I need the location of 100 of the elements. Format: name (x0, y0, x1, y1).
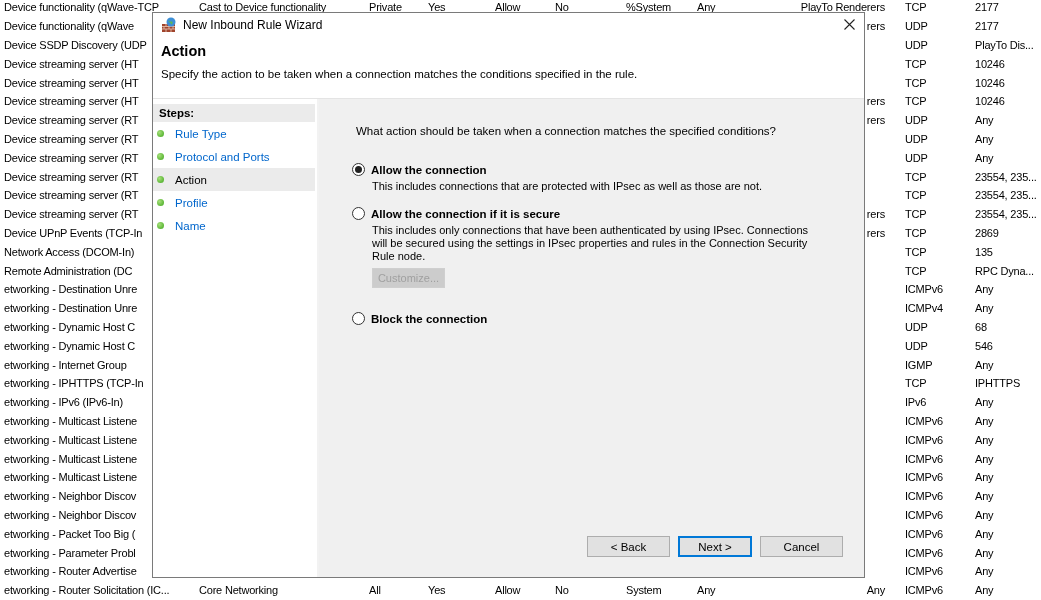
table-cell: ICMPv6 (905, 584, 943, 597)
table-cell: rers (866, 20, 885, 33)
table-cell: Device streaming server (RT (4, 170, 139, 183)
table-cell: etworking - Multicast Listene (4, 414, 137, 427)
table-cell: TCP (905, 57, 927, 70)
table-cell: Device UPnP Events (TCP-In (4, 226, 143, 239)
table-cell: 23554, 235... (975, 189, 1037, 202)
table-cell: UDP (905, 20, 928, 33)
table-cell: Any (975, 508, 994, 521)
table-cell: etworking - Router Advertise (4, 565, 137, 578)
table-cell: UDP (905, 114, 928, 127)
step-item[interactable]: Profile (153, 191, 315, 214)
table-cell: etworking - Dynamic Host C (4, 339, 136, 352)
table-cell: Device SSDP Discovery (UDP (4, 39, 147, 51)
table-cell: TCP (905, 264, 927, 277)
table-cell: etworking - Multicast Listene (4, 471, 137, 484)
option-description: This includes only connections that have been authenticated by using IPsec. Connections will be secured using the settings in IPsec properties and rules in the Connection Security Rule node. (372, 224, 809, 263)
window-title: New Inbound Rule Wizard (183, 17, 323, 32)
table-cell: TCP (905, 377, 927, 390)
table-cell: 2177 (975, 1, 999, 14)
table-cell: Device streaming server (RT (4, 151, 139, 164)
dialog-button[interactable]: < Back (587, 536, 670, 557)
status-dot-icon (157, 199, 164, 206)
step-item[interactable]: Rule Type (153, 122, 315, 145)
steps-label: Steps: (153, 104, 315, 122)
table-cell: IPHTTPS (975, 377, 1021, 390)
radio-button[interactable] (352, 207, 365, 220)
table-cell: Any (975, 396, 994, 409)
table-cell: Any (975, 546, 994, 559)
dialog-button[interactable]: Next > (678, 536, 752, 557)
table-cell: No (555, 1, 569, 14)
table-cell: Network Access (DCOM-In) (4, 245, 135, 258)
option-label[interactable]: Block the connection (371, 312, 488, 325)
table-cell: ICMPv6 (905, 452, 943, 465)
table-cell: Allow (495, 584, 521, 597)
step-item[interactable]: Protocol and Ports (153, 145, 315, 168)
table-cell: etworking - Packet Too Big ( (4, 527, 136, 540)
table-cell: 10246 (975, 76, 1005, 89)
globe-wall-icon (161, 16, 177, 33)
table-cell: 2869 (975, 226, 999, 239)
table-cell: TCP (905, 170, 927, 183)
table-cell: Any (975, 283, 994, 296)
table-cell: Any (697, 1, 716, 14)
table-cell: ICMPv6 (905, 527, 943, 540)
table-cell: rers (866, 226, 885, 239)
table-cell: Any (975, 490, 994, 503)
radio-button[interactable] (352, 163, 365, 176)
status-dot-icon (157, 176, 164, 183)
table-cell: UDP (905, 39, 928, 51)
table-cell: PlayTo Dis... (975, 39, 1034, 51)
table-cell: etworking - IPHTTPS (TCP-In (4, 377, 144, 390)
table-cell: 2177 (975, 20, 999, 33)
table-cell: Cast to Device functionality (199, 1, 327, 14)
table-cell: Any (975, 433, 994, 446)
table-cell: IGMP (905, 358, 933, 371)
table-cell: Device streaming server (HT (4, 57, 139, 70)
table-cell: Yes (428, 584, 446, 597)
table-cell: etworking - Internet Group (4, 358, 127, 371)
option-label[interactable]: Allow the connection (371, 163, 487, 176)
table-cell: Private (369, 1, 402, 14)
table-cell: No (555, 584, 569, 597)
table-cell: TCP (905, 189, 927, 202)
option-label[interactable]: Allow the connection if it is secure (371, 207, 561, 220)
table-cell: 546 (975, 339, 993, 352)
table-cell: etworking - Destination Unre (4, 302, 138, 315)
table-cell: ICMPv6 (905, 283, 943, 296)
table-cell: Core Networking (199, 584, 278, 597)
table-cell: IPv6 (905, 396, 927, 409)
table-cell: etworking - Neighbor Discov (4, 508, 137, 521)
table-cell: Device streaming server (RT (4, 114, 139, 127)
status-dot-icon (157, 130, 164, 137)
table-cell: Any (697, 584, 716, 597)
table-cell: Any (975, 414, 994, 427)
table-cell: 135 (975, 245, 993, 258)
table-cell: RPC Dyna... (975, 264, 1034, 277)
dialog-button[interactable]: Cancel (760, 536, 843, 557)
radio-button[interactable] (352, 312, 365, 325)
table-cell: UDP (905, 132, 928, 145)
table-cell: Device streaming server (RT (4, 208, 139, 221)
table-cell: etworking - Destination Unre (4, 283, 138, 296)
table-cell: rers (866, 114, 885, 127)
table-cell: UDP (905, 151, 928, 164)
table-cell: Any (866, 584, 885, 597)
step-item[interactable]: Name (153, 214, 315, 237)
table-cell: TCP (905, 208, 927, 221)
table-cell: TCP (905, 76, 927, 89)
step-item[interactable]: Action (153, 168, 315, 191)
table-cell: TCP (905, 226, 927, 239)
table-cell: etworking - Parameter Probl (4, 546, 136, 559)
status-dot-icon (157, 222, 164, 229)
close-icon (843, 19, 855, 30)
table-cell: All (369, 584, 381, 597)
status-dot-icon (157, 153, 164, 160)
table-cell: 10246 (975, 57, 1005, 70)
table-cell: rers (866, 95, 885, 108)
page-heading: Action (161, 43, 208, 59)
table-cell: Device streaming server (HT (4, 76, 139, 89)
table-cell: etworking - Multicast Listene (4, 433, 137, 446)
table-cell: etworking - Neighbor Discov (4, 490, 137, 503)
table-cell: Any (975, 151, 994, 164)
